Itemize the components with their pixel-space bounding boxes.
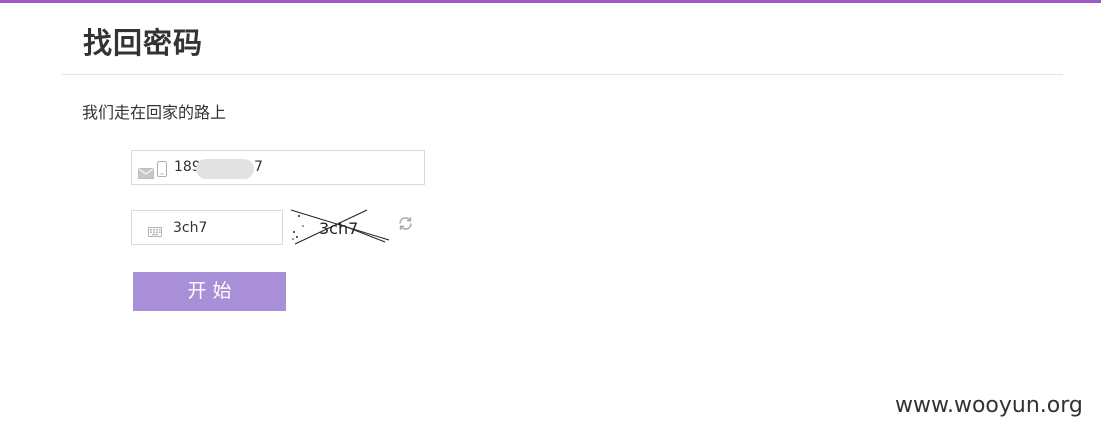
mail-icon bbox=[138, 164, 154, 183]
watermark-text: www.wooyun.org bbox=[895, 393, 1083, 418]
refresh-icon[interactable] bbox=[397, 215, 414, 236]
start-button[interactable]: 开始 bbox=[133, 272, 286, 311]
captcha-value: 3ch7 bbox=[173, 220, 208, 236]
captcha-image[interactable]: 3ch7 bbox=[289, 208, 393, 252]
phone-redaction-mask bbox=[196, 159, 254, 179]
phone-value-suffix: 7 bbox=[254, 159, 263, 175]
keyboard-icon bbox=[148, 222, 162, 241]
header-divider bbox=[62, 74, 1063, 75]
phone-input[interactable]: 189 7 bbox=[131, 150, 425, 185]
page-subtitle: 我们走在回家的路上 bbox=[82, 103, 227, 122]
top-accent-bar bbox=[0, 0, 1101, 3]
captcha-input[interactable]: 3ch7 bbox=[131, 210, 283, 245]
mobile-icon bbox=[157, 161, 167, 181]
page-title: 找回密码 bbox=[83, 26, 204, 60]
captcha-image-text: 3ch7 bbox=[319, 219, 358, 238]
